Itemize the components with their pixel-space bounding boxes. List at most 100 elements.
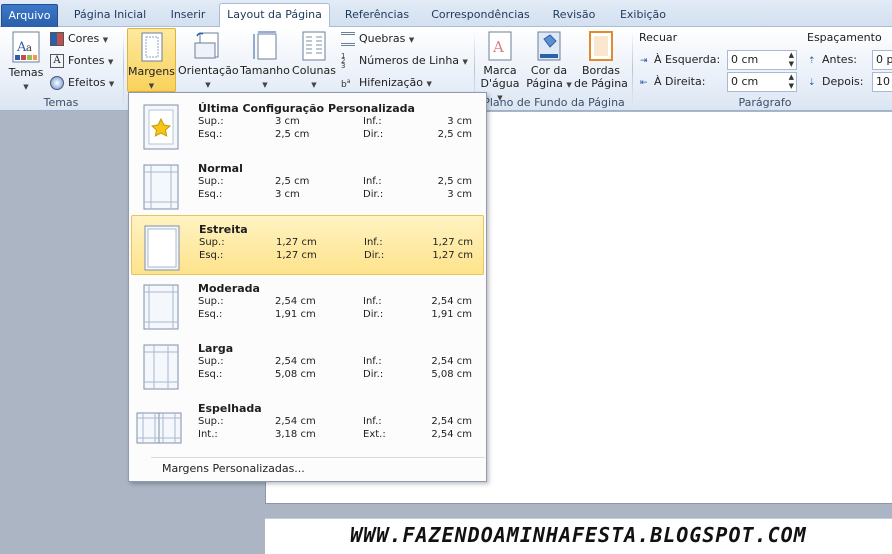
- cor-label-2: Página: [526, 77, 563, 90]
- antes-value: 0 pt: [876, 53, 892, 66]
- cores-button[interactable]: Cores ▼: [50, 29, 108, 49]
- option-key-inside: Int.:: [198, 429, 218, 440]
- direita-label: À Direita:: [654, 75, 706, 88]
- option-key-bottom: Inf.:: [363, 416, 382, 427]
- watermark-icon: A: [488, 31, 512, 61]
- option-key-right: Dir.:: [364, 250, 385, 261]
- tab-layout-da-pagina[interactable]: Layout da Página: [219, 3, 330, 28]
- option-key-right: Dir.:: [363, 369, 384, 380]
- menu-divider: [151, 457, 485, 458]
- margens-button[interactable]: Margens ▼: [127, 28, 176, 92]
- option-value-top: 3 cm: [275, 116, 300, 127]
- spacing-after-field[interactable]: 10 pt: [872, 72, 892, 92]
- chevron-down-icon: ▼: [102, 36, 109, 44]
- tab-inserir[interactable]: Inserir: [160, 4, 216, 27]
- chevron-down-icon: ▼: [426, 80, 432, 88]
- margin-option-estreita[interactable]: Estreita Sup.: 1,27 cm Inf.: 1,27 cm Esq…: [131, 215, 484, 275]
- indent-left-field[interactable]: 0 cm ▲ ▼: [727, 50, 797, 70]
- bordas-label-1: Bordas: [581, 64, 621, 77]
- option-key-bottom: Inf.:: [364, 237, 383, 248]
- esquerda-value: 0 cm: [731, 53, 759, 66]
- bordas-de-pagina-button[interactable]: Bordas de Página: [574, 31, 628, 90]
- recuar-label: Recuar: [639, 31, 678, 44]
- mirrored-margin-preview-icon: [135, 404, 183, 450]
- numeros-de-linha-button[interactable]: 1 2 3 Números de Linha ▼: [341, 51, 468, 71]
- svg-text:A: A: [492, 38, 504, 56]
- spacing-before-field[interactable]: 0 pt: [872, 50, 892, 70]
- option-name: Estreita: [199, 223, 248, 236]
- espacamento-label: Espaçamento: [807, 31, 882, 44]
- fonts-icon: A: [50, 54, 64, 68]
- quebras-label: Quebras: [359, 32, 406, 45]
- tab-referencias[interactable]: Referências: [333, 4, 421, 27]
- option-key-top: Sup.:: [198, 296, 224, 307]
- hifenizacao-button[interactable]: ba Hifenização ▼: [341, 73, 432, 93]
- option-key-top: Sup.:: [198, 176, 224, 187]
- option-value-left: 2,5 cm: [275, 129, 310, 140]
- spacing-before-row: ⇡ Antes:: [808, 50, 857, 70]
- custom-margin-star-icon: [141, 104, 181, 150]
- cor-label-1: Cor da: [530, 64, 568, 77]
- spacing-before-icon: ⇡: [808, 56, 816, 66]
- option-value-right: 1,27 cm: [432, 250, 473, 261]
- tab-revisao[interactable]: Revisão: [540, 4, 608, 27]
- colunas-label: Colunas: [292, 64, 336, 77]
- colunas-button[interactable]: Colunas ▼: [292, 31, 336, 92]
- option-key-bottom: Inf.:: [363, 356, 382, 367]
- temas-button[interactable]: Aa Temas ▼: [6, 31, 46, 94]
- option-name: Larga: [198, 342, 234, 355]
- spin-arrows-icon[interactable]: ▲ ▼: [789, 73, 794, 91]
- margin-option-larga[interactable]: Larga Sup.: 2,54 cm Inf.: 2,54 cm Esq.: …: [131, 335, 484, 395]
- option-name: Normal: [198, 162, 243, 175]
- efeitos-button[interactable]: Efeitos ▼: [50, 73, 114, 93]
- option-value-bottom: 2,5 cm: [437, 176, 472, 187]
- fontes-label: Fontes: [68, 54, 105, 67]
- option-key-top: Sup.:: [198, 416, 224, 427]
- efeitos-label: Efeitos: [68, 76, 106, 89]
- option-value-bottom: 2,54 cm: [431, 356, 472, 367]
- page-color-icon: [537, 31, 561, 61]
- themes-icon: Aa: [11, 31, 41, 63]
- option-name: Espelhada: [198, 402, 262, 415]
- option-key-left: Esq.:: [199, 250, 224, 261]
- margin-option-espelhada[interactable]: Espelhada Sup.: 2,54 cm Inf.: 2,54 cm In…: [131, 395, 484, 455]
- spacing-after-row: ⇣ Depois:: [808, 72, 863, 92]
- option-value-right: 5,08 cm: [431, 369, 472, 380]
- watermark-text: www.fazendoaminhafesta.blogspot.com: [350, 523, 807, 547]
- indent-right-row: ⇤ À Direita:: [640, 72, 705, 92]
- tab-arquivo[interactable]: Arquivo: [1, 4, 58, 27]
- option-key-right: Dir.:: [363, 309, 384, 320]
- chevron-down-icon: ▼: [462, 58, 468, 66]
- page-borders-icon: [589, 31, 613, 61]
- spin-arrows-icon[interactable]: ▲ ▼: [789, 51, 794, 69]
- page-size-icon: [252, 31, 278, 61]
- option-key-bottom: Inf.:: [363, 176, 382, 187]
- option-value-outside: 2,54 cm: [431, 429, 472, 440]
- option-value-top: 2,54 cm: [275, 416, 316, 427]
- tab-correspondencias[interactable]: Correspondências: [425, 4, 536, 27]
- tab-exibicao[interactable]: Exibição: [610, 4, 676, 27]
- margin-option-moderada[interactable]: Moderada Sup.: 2,54 cm Inf.: 2,54 cm Esq…: [131, 275, 484, 335]
- option-value-top: 1,27 cm: [276, 237, 317, 248]
- option-key-outside: Ext.:: [363, 429, 386, 440]
- option-key-bottom: Inf.:: [363, 116, 382, 127]
- option-value-top: 2,54 cm: [275, 356, 316, 367]
- columns-icon: [302, 31, 326, 61]
- orientacao-button[interactable]: Orientação ▼: [178, 31, 239, 92]
- margin-option-normal[interactable]: Normal Sup.: 2,5 cm Inf.: 2,5 cm Esq.: 3…: [131, 155, 484, 215]
- orientation-icon: [193, 31, 223, 61]
- tamanho-button[interactable]: Tamanho ▼: [240, 31, 290, 92]
- option-key-right: Dir.:: [363, 189, 384, 200]
- margens-personalizadas-item[interactable]: Margens Personalizadas...: [162, 462, 305, 475]
- margin-option-ultima-configuracao[interactable]: Última Configuração Personalizada Sup.: …: [131, 95, 484, 155]
- chevron-down-icon: ▼: [148, 82, 155, 90]
- option-key-top: Sup.:: [198, 116, 224, 127]
- quebras-button[interactable]: Quebras ▼: [341, 29, 414, 49]
- indent-right-field[interactable]: 0 cm ▲ ▼: [727, 72, 797, 92]
- tab-pagina-inicial[interactable]: Página Inicial: [62, 4, 158, 27]
- option-value-inside: 3,18 cm: [275, 429, 316, 440]
- fontes-button[interactable]: A Fontes ▼: [50, 51, 113, 71]
- option-value-bottom: 3 cm: [447, 116, 472, 127]
- option-value-right: 1,91 cm: [431, 309, 472, 320]
- cor-da-pagina-button[interactable]: Cor da Página ▼: [526, 31, 572, 92]
